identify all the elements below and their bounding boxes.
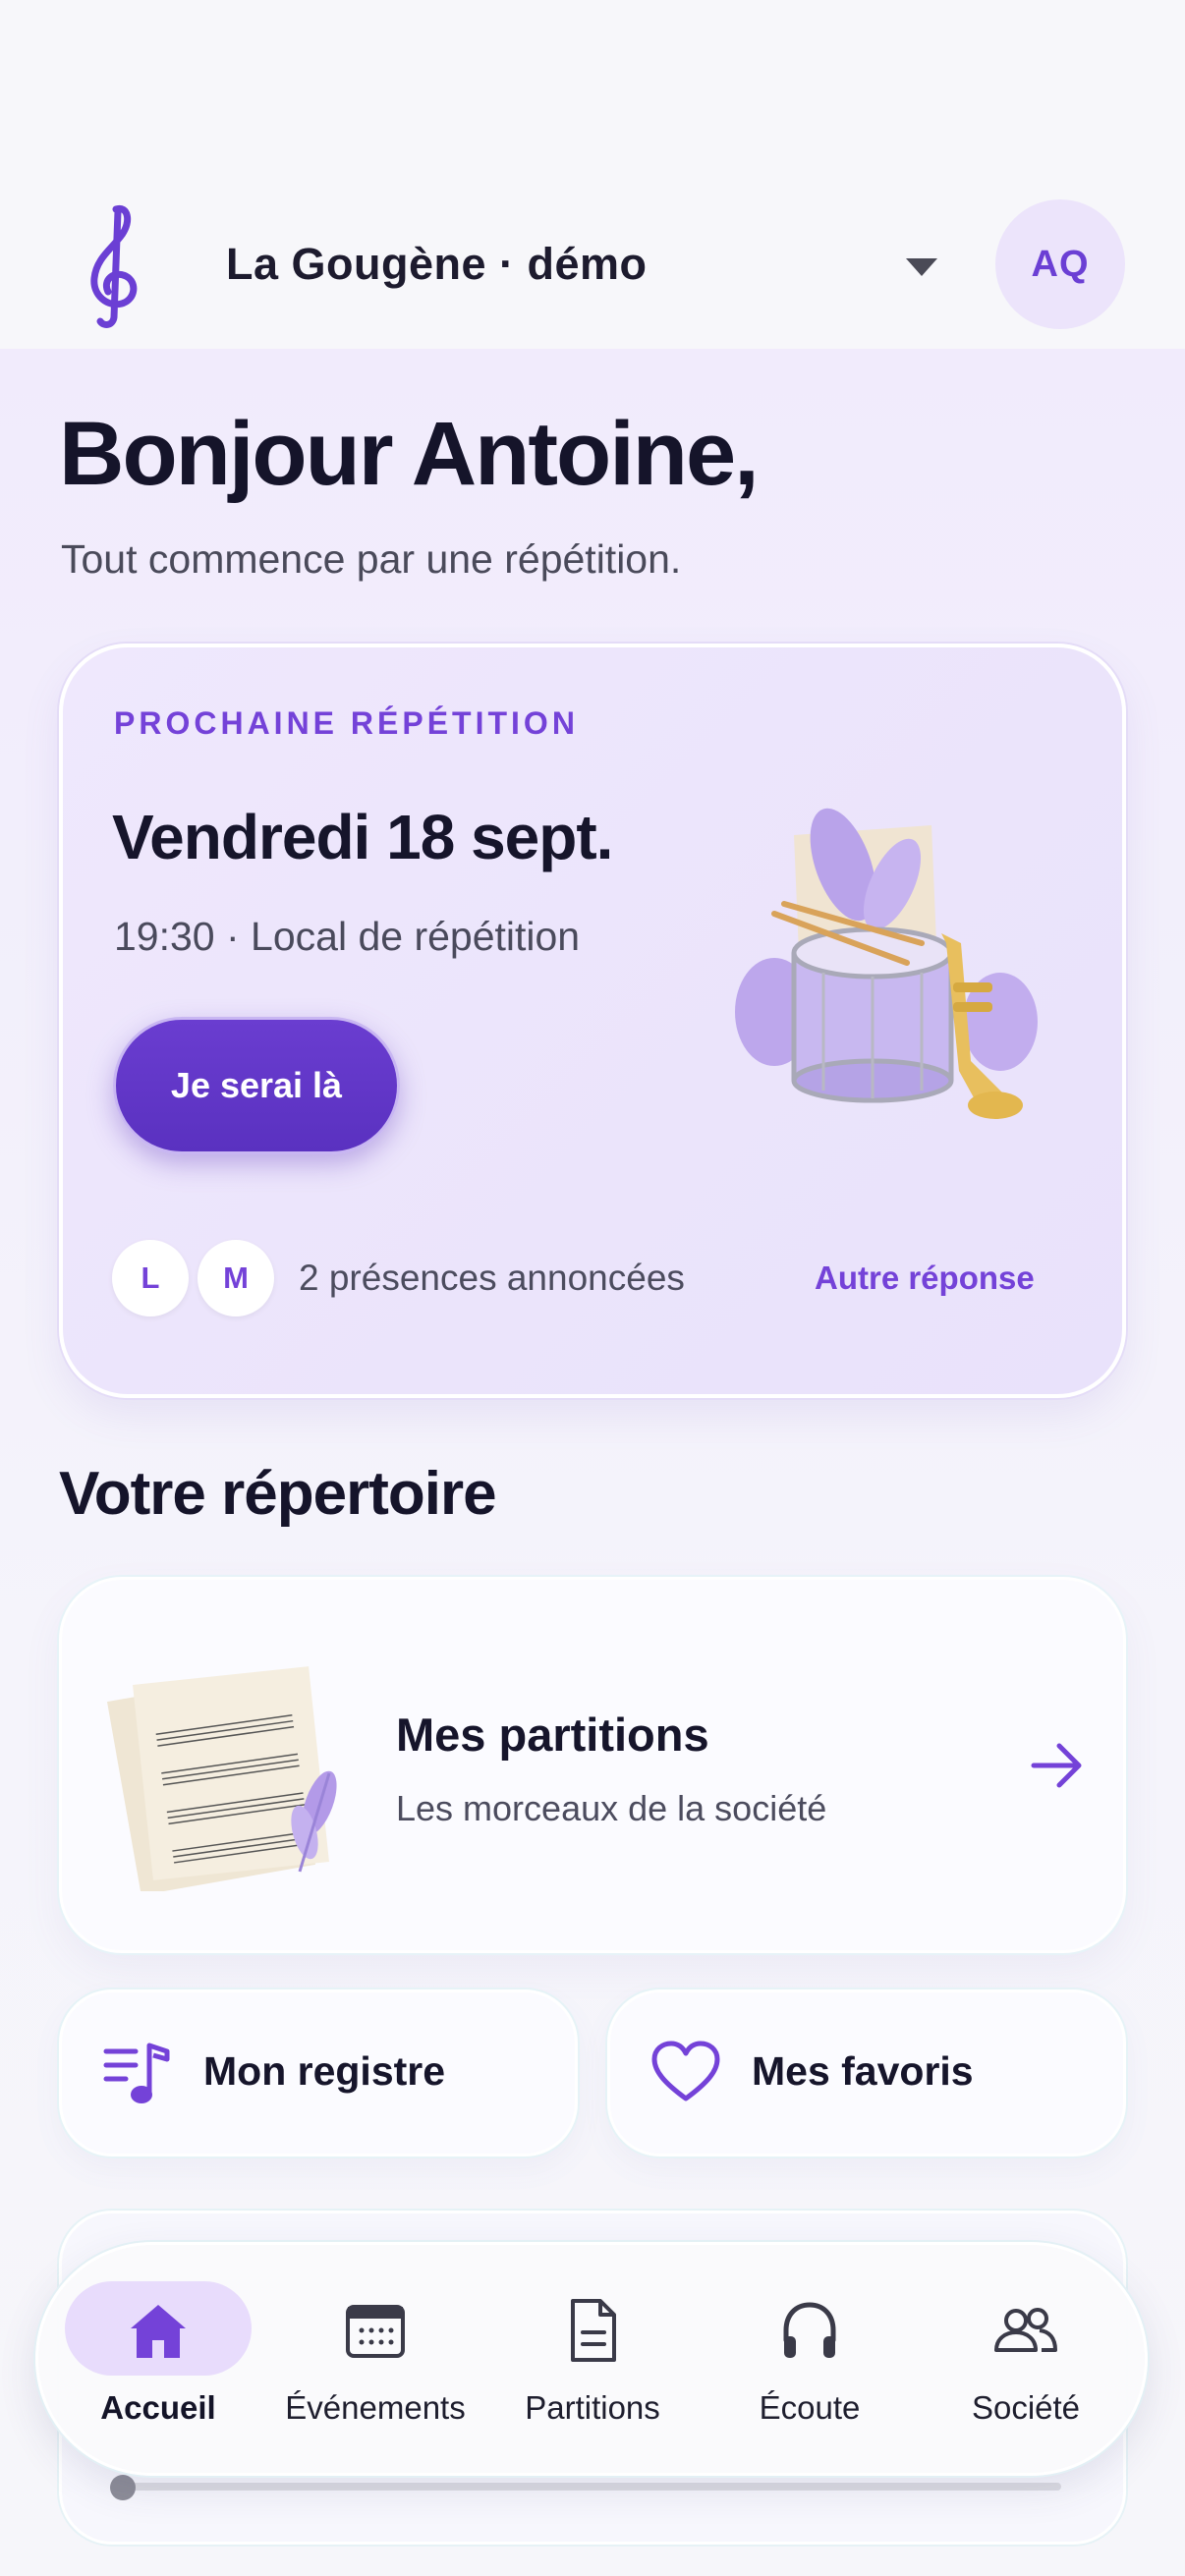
- my-favorites-label: Mes favoris: [752, 2048, 974, 2094]
- attendee-avatar: M: [198, 1240, 274, 1316]
- nav-item-events[interactable]: Événements: [277, 2279, 474, 2436]
- page-title: Bonjour Antoine,: [59, 404, 760, 504]
- nav-label: Partitions: [525, 2389, 660, 2426]
- rehearsal-date: Vendredi 18 sept.: [112, 802, 613, 872]
- nav-item-listen[interactable]: Écoute: [711, 2279, 908, 2436]
- people-icon: [994, 2308, 1057, 2352]
- drum-trumpet-illustration: [735, 808, 1038, 1119]
- page-subtitle: Tout commence par une répétition.: [61, 536, 682, 582]
- attendee-avatar: L: [112, 1240, 189, 1316]
- heart-icon: [651, 2041, 720, 2101]
- arrow-right-icon[interactable]: [1030, 1741, 1085, 1790]
- home-icon: [131, 2305, 186, 2358]
- music-list-icon: [103, 2043, 170, 2103]
- nav-label: Événements: [285, 2389, 466, 2426]
- document-icon: [571, 2299, 616, 2362]
- rehearsal-time-place: 19:30 · Local de répétition: [114, 914, 581, 959]
- sheet-music-illustration: [107, 1666, 337, 1891]
- nav-item-scores[interactable]: Partitions: [494, 2279, 691, 2436]
- headphones-icon: [783, 2302, 836, 2358]
- scores-subtitle: Les morceaux de la société: [396, 1788, 827, 1828]
- my-register-label: Mon registre: [203, 2048, 446, 2094]
- nav-label: Accueil: [100, 2389, 216, 2426]
- treble-clef-icon: [90, 204, 138, 328]
- scores-title: Mes partitions: [396, 1708, 709, 1761]
- nav-item-home[interactable]: Accueil: [60, 2279, 256, 2436]
- progress-knob[interactable]: [110, 2475, 136, 2500]
- nav-label: Société: [971, 2389, 1081, 2426]
- card-eyebrow: PROCHAINE RÉPÉTITION: [114, 705, 579, 741]
- nav-label: Écoute: [759, 2389, 861, 2426]
- calendar-icon: [346, 2305, 405, 2358]
- other-answer-link[interactable]: Autre réponse: [815, 1260, 1035, 1297]
- progress-track[interactable]: [113, 2483, 1061, 2491]
- section-title: Votre répertoire: [59, 1460, 497, 1528]
- nav-item-society[interactable]: Société: [928, 2279, 1124, 2436]
- chevron-down-icon[interactable]: [904, 256, 939, 278]
- attend-button[interactable]: Je serai là: [113, 1017, 400, 1154]
- attendance-count: 2 présences annoncées: [299, 1258, 685, 1298]
- user-avatar[interactable]: AQ: [995, 199, 1125, 329]
- organization-name[interactable]: La Gougène · démo: [226, 239, 648, 290]
